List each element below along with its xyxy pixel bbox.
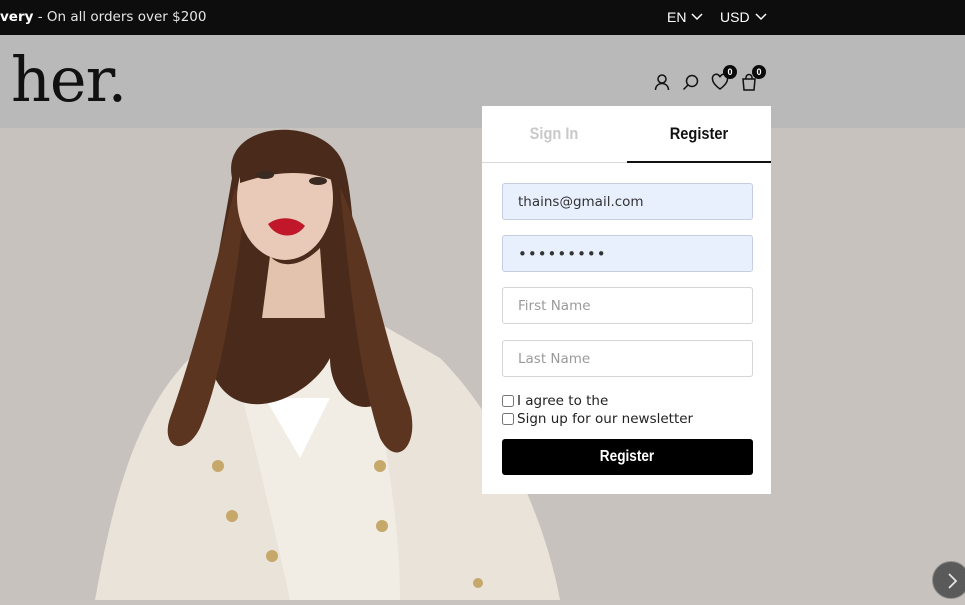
agree-checkbox-row[interactable]: I agree to the [502, 393, 608, 409]
first-name-field[interactable] [502, 287, 753, 324]
promo-rest: - On all orders over $200 [33, 9, 207, 25]
newsletter-label: Sign up for our newsletter [517, 411, 694, 427]
agree-label: I agree to the [517, 393, 609, 409]
promo-bold: very [0, 9, 34, 25]
register-button-label: Register [600, 448, 655, 465]
language-label: EN [667, 9, 687, 25]
tab-sign-in[interactable]: Sign In [492, 106, 616, 164]
chevron-down-icon [755, 13, 767, 21]
auth-tabs: Sign In Register [482, 106, 771, 164]
top-announcement-bar: very - On all orders over $200 EN USD [0, 0, 965, 35]
wishlist-count-badge: 0 [723, 65, 737, 79]
newsletter-checkbox[interactable] [502, 413, 514, 425]
tab-divider [482, 162, 627, 163]
next-slide-button[interactable] [932, 561, 965, 599]
promo-text: very - On all orders over $200 [0, 9, 207, 25]
email-field[interactable] [502, 183, 753, 220]
last-name-field[interactable] [502, 340, 753, 377]
language-selector[interactable]: EN [667, 9, 703, 25]
active-tab-underline [627, 161, 771, 163]
chevron-down-icon [691, 13, 703, 21]
currency-label: USD [720, 9, 750, 25]
user-icon[interactable] [653, 73, 671, 91]
newsletter-checkbox-row[interactable]: Sign up for our newsletter [502, 411, 693, 427]
search-icon[interactable] [682, 73, 700, 91]
cart-count-badge: 0 [752, 65, 766, 79]
agree-checkbox[interactable] [502, 395, 514, 407]
password-field[interactable] [502, 235, 753, 272]
auth-modal: Sign In Register I agree to the Sign up … [482, 106, 771, 494]
currency-selector[interactable]: USD [720, 9, 767, 25]
register-button[interactable]: Register [502, 439, 753, 475]
chevron-right-icon [948, 573, 958, 589]
site-logo[interactable]: her. [11, 49, 127, 111]
tab-register[interactable]: Register [637, 106, 761, 164]
